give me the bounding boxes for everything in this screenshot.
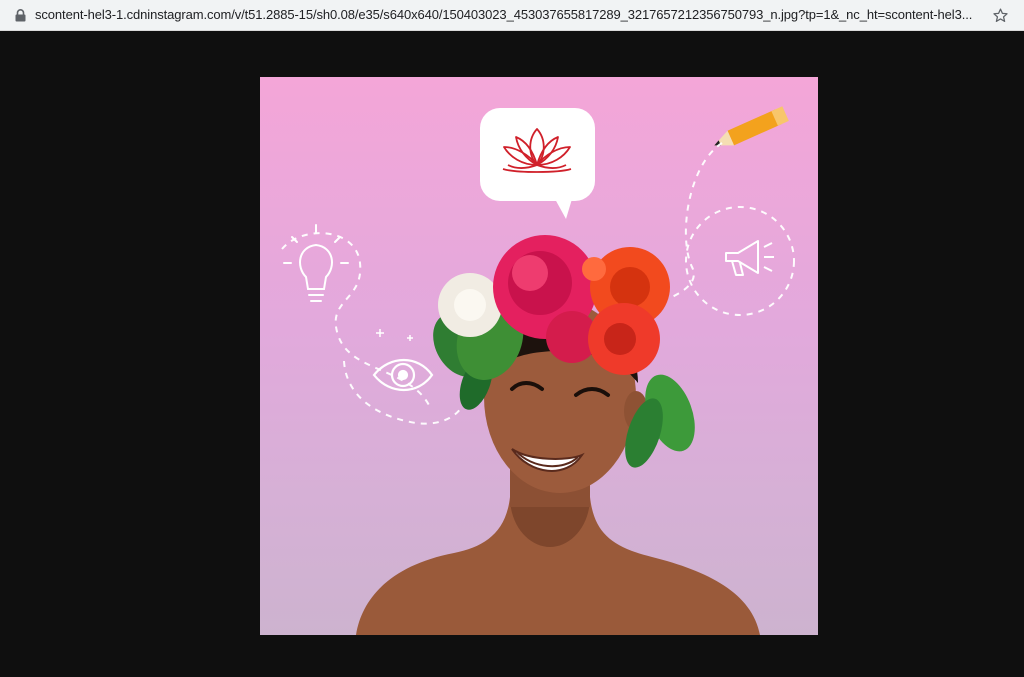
megaphone-icon bbox=[725, 240, 774, 276]
star-icon[interactable] bbox=[992, 7, 1009, 24]
pencil-icon bbox=[714, 106, 789, 146]
eye-icon bbox=[372, 329, 434, 391]
image-viewer bbox=[0, 31, 1024, 677]
displayed-image[interactable] bbox=[260, 77, 818, 635]
address-bar[interactable]: scontent-hel3-1.cdninstagram.com/v/t51.2… bbox=[0, 0, 1024, 31]
image-illustration bbox=[281, 106, 795, 635]
url-text[interactable]: scontent-hel3-1.cdninstagram.com/v/t51.2… bbox=[35, 7, 982, 23]
lock-icon[interactable] bbox=[15, 9, 26, 22]
